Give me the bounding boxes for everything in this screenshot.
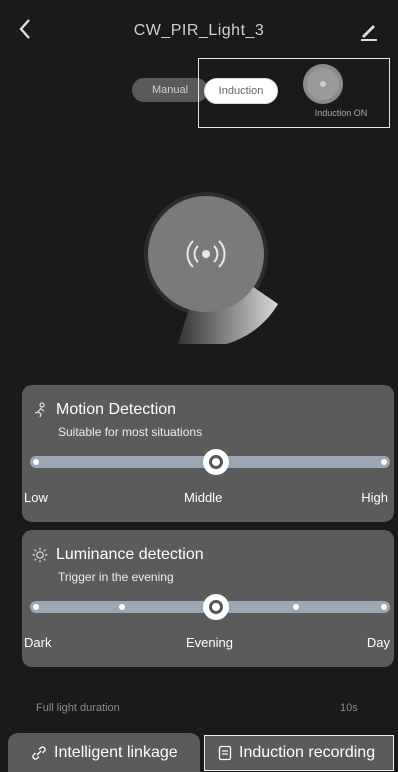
duration-label: Full light duration	[36, 702, 120, 714]
luminance-detection-subtitle: Trigger in the evening	[58, 570, 174, 584]
duration-value: 10s	[340, 702, 358, 714]
motion-sensitivity-slider[interactable]	[30, 449, 390, 475]
luminance-slider[interactable]	[30, 594, 390, 620]
luminance-detection-title: Luminance detection	[56, 546, 204, 563]
header: CW_PIR_Light_3	[0, 0, 398, 62]
induction-status-icon	[303, 64, 343, 104]
motion-label-middle: Middle	[184, 490, 223, 505]
slider-dot-5[interactable]	[381, 604, 387, 610]
luminance-label-evening: Evening	[186, 635, 233, 650]
sun-icon	[32, 547, 48, 563]
slider-dot-2[interactable]	[119, 604, 125, 610]
motion-sensor-illustration	[138, 172, 288, 348]
running-person-icon	[32, 402, 48, 418]
induction-status-label: Induction ON	[314, 108, 368, 118]
page-title: CW_PIR_Light_3	[133, 22, 265, 39]
motion-detection-title: Motion Detection	[56, 401, 177, 418]
slider-dot-1[interactable]	[33, 604, 39, 610]
induction-recording-label: Induction recording	[239, 744, 376, 761]
bottom-tab-bar: Intelligent linkage Induction recording	[0, 733, 398, 772]
luminance-label-day: Day	[366, 635, 390, 650]
motion-label-high: High	[361, 490, 388, 505]
slider-dot-4[interactable]	[293, 604, 299, 610]
luminance-detection-card: Luminance detection Trigger in the eveni…	[22, 530, 394, 667]
slider-dot-high[interactable]	[381, 459, 387, 465]
induction-mode-button[interactable]: Induction	[204, 78, 278, 104]
intelligent-linkage-tab[interactable]: Intelligent linkage	[8, 733, 200, 772]
edit-button[interactable]	[358, 20, 380, 42]
link-icon	[32, 745, 46, 760]
edit-icon	[361, 25, 377, 41]
induction-recording-tab[interactable]: Induction recording	[204, 735, 394, 771]
slider-knob[interactable]	[203, 449, 229, 475]
intelligent-linkage-label: Intelligent linkage	[54, 743, 178, 761]
manual-mode-button[interactable]: Manual	[132, 78, 208, 102]
motion-detection-subtitle: Suitable for most situations	[58, 425, 203, 439]
slider-dot-low[interactable]	[33, 459, 39, 465]
motion-detection-card: Motion Detection Suitable for most situa…	[22, 385, 394, 522]
document-icon	[218, 745, 232, 761]
motion-label-low: Low	[24, 490, 48, 505]
slider-knob[interactable]	[203, 594, 229, 620]
luminance-label-dark: Dark	[24, 635, 52, 650]
